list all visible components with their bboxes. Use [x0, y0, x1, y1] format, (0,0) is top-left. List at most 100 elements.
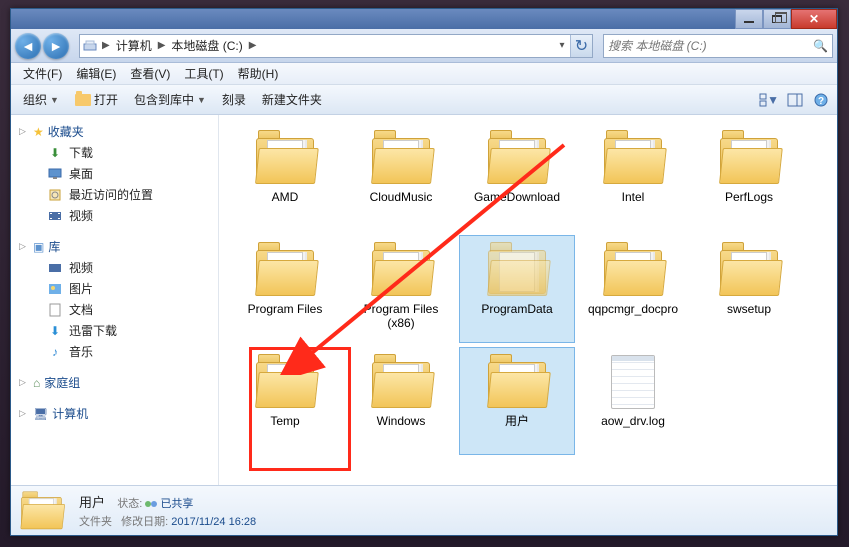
- file-item[interactable]: qqpcmgr_docpro: [575, 235, 691, 343]
- search-icon: 🔍: [813, 39, 828, 53]
- preview-pane-button[interactable]: [785, 91, 805, 109]
- video-icon: [47, 261, 63, 275]
- nav-music[interactable]: ♪音乐: [11, 341, 218, 362]
- menu-file[interactable]: 文件(F): [17, 63, 68, 84]
- details-name: 用户: [79, 495, 105, 510]
- nav-downloads[interactable]: ⬇下载: [11, 142, 218, 163]
- file-label: qqpcmgr_docpro: [588, 302, 678, 316]
- folder-icon: [253, 354, 317, 410]
- file-item[interactable]: Program Files (x86): [343, 235, 459, 343]
- file-label: 用户: [505, 414, 529, 428]
- file-item[interactable]: GameDownload: [459, 123, 575, 231]
- folder-icon: [717, 130, 781, 186]
- nav-recent[interactable]: 最近访问的位置: [11, 184, 218, 205]
- titlebar: ✕: [11, 9, 837, 29]
- file-item[interactable]: aow_drv.log: [575, 347, 691, 455]
- favorites-header[interactable]: ▷★收藏夹: [11, 121, 218, 142]
- file-label: Temp: [270, 414, 299, 428]
- download-icon: ⬇: [47, 146, 63, 160]
- search-box[interactable]: 🔍: [603, 34, 833, 58]
- close-button[interactable]: ✕: [791, 9, 837, 29]
- file-item[interactable]: Windows: [343, 347, 459, 455]
- nav-pictures[interactable]: 图片: [11, 278, 218, 299]
- open-button[interactable]: 打开: [69, 89, 124, 110]
- folder-icon: [601, 130, 665, 186]
- folder-icon: [717, 242, 781, 298]
- video-icon: [47, 209, 63, 223]
- menu-help[interactable]: 帮助(H): [232, 63, 285, 84]
- file-label: AMD: [272, 190, 299, 204]
- desktop-icon: [47, 167, 63, 181]
- file-label: Program Files (x86): [351, 302, 451, 330]
- nav-videos-fav[interactable]: 视频: [11, 205, 218, 226]
- picture-icon: [47, 282, 63, 296]
- nav-desktop[interactable]: 桌面: [11, 163, 218, 184]
- breadcrumb-drive[interactable]: 本地磁盘 (C:): [167, 35, 246, 57]
- log-file-icon: [609, 354, 657, 410]
- file-item[interactable]: ProgramData: [459, 235, 575, 343]
- folder-icon: [485, 242, 549, 298]
- organize-button[interactable]: 组织 ▼: [17, 89, 65, 110]
- folder-icon: [601, 242, 665, 298]
- homegroup-header[interactable]: ▷⌂家庭组: [11, 372, 218, 393]
- file-label: CloudMusic: [370, 190, 433, 204]
- file-item[interactable]: Temp: [227, 347, 343, 455]
- music-icon: ♪: [47, 345, 63, 359]
- folder-icon: [253, 130, 317, 186]
- search-input[interactable]: [608, 39, 813, 53]
- details-folder-icon: [19, 491, 54, 530]
- folder-icon: [369, 242, 433, 298]
- burn-button[interactable]: 刻录: [216, 89, 252, 110]
- file-label: aow_drv.log: [601, 414, 665, 428]
- nav-videos-lib[interactable]: 视频: [11, 257, 218, 278]
- file-item[interactable]: 用户: [459, 347, 575, 455]
- back-button[interactable]: ◄: [15, 33, 41, 59]
- menu-view[interactable]: 查看(V): [124, 63, 176, 84]
- address-dropdown[interactable]: ▾: [554, 40, 570, 51]
- menu-bar: 文件(F) 编辑(E) 查看(V) 工具(T) 帮助(H): [11, 63, 837, 85]
- include-button[interactable]: 包含到库中 ▼: [128, 89, 212, 110]
- details-pane: 用户 状态: 已共享 文件夹 修改日期: 2017/11/24 16:28: [11, 485, 837, 535]
- nav-xunlei[interactable]: ⬇迅雷下载: [11, 320, 218, 341]
- toolbar: 组织 ▼ 打开 包含到库中 ▼ 刻录 新建文件夹 ▼ ?: [11, 85, 837, 115]
- drive-icon: [80, 40, 100, 52]
- folder-icon: [369, 130, 433, 186]
- maximize-button[interactable]: [763, 9, 791, 29]
- address-bar[interactable]: ▶ 计算机 ▶ 本地磁盘 (C:) ▶ ▾ ↻: [79, 34, 593, 58]
- view-options-button[interactable]: ▼: [759, 91, 779, 109]
- file-item[interactable]: Program Files: [227, 235, 343, 343]
- file-label: ProgramData: [481, 302, 552, 316]
- nav-row: ◄ ► ▶ 计算机 ▶ 本地磁盘 (C:) ▶ ▾ ↻ 🔍: [11, 29, 837, 63]
- xunlei-icon: ⬇: [47, 324, 63, 338]
- document-icon: [47, 303, 63, 317]
- file-item[interactable]: AMD: [227, 123, 343, 231]
- shared-icon: [145, 501, 157, 507]
- nav-pane: ▷★收藏夹 ⬇下载 桌面 最近访问的位置 视频 ▷▣库 视频 图片 文档 ⬇迅雷…: [11, 115, 219, 485]
- file-label: GameDownload: [474, 190, 560, 204]
- file-item[interactable]: CloudMusic: [343, 123, 459, 231]
- file-label: PerfLogs: [725, 190, 773, 204]
- menu-tools[interactable]: 工具(T): [178, 63, 229, 84]
- nav-documents[interactable]: 文档: [11, 299, 218, 320]
- file-label: Intel: [622, 190, 645, 204]
- folder-view[interactable]: AMD CloudMusic GameDownload Intel PerfLogs Pr…: [219, 115, 837, 485]
- file-item[interactable]: swsetup: [691, 235, 807, 343]
- minimize-button[interactable]: [735, 9, 763, 29]
- help-button[interactable]: ?: [811, 91, 831, 109]
- folder-icon: [485, 130, 549, 186]
- open-folder-icon: [75, 94, 91, 106]
- folder-icon: [253, 242, 317, 298]
- breadcrumb-computer[interactable]: 计算机: [112, 35, 156, 57]
- file-item[interactable]: Intel: [575, 123, 691, 231]
- file-item[interactable]: PerfLogs: [691, 123, 807, 231]
- computer-header[interactable]: ▷🖥计算机: [11, 403, 218, 424]
- forward-button[interactable]: ►: [43, 33, 69, 59]
- explorer-window: ✕ ◄ ► ▶ 计算机 ▶ 本地磁盘 (C:) ▶ ▾ ↻ 🔍 文件(F) 编辑…: [10, 8, 838, 536]
- refresh-button[interactable]: ↻: [570, 35, 592, 57]
- svg-text:?: ?: [818, 96, 824, 107]
- menu-edit[interactable]: 编辑(E): [70, 63, 122, 84]
- folder-icon: [369, 354, 433, 410]
- libraries-header[interactable]: ▷▣库: [11, 236, 218, 257]
- newfolder-button[interactable]: 新建文件夹: [256, 89, 328, 110]
- file-label: Program Files: [248, 302, 323, 316]
